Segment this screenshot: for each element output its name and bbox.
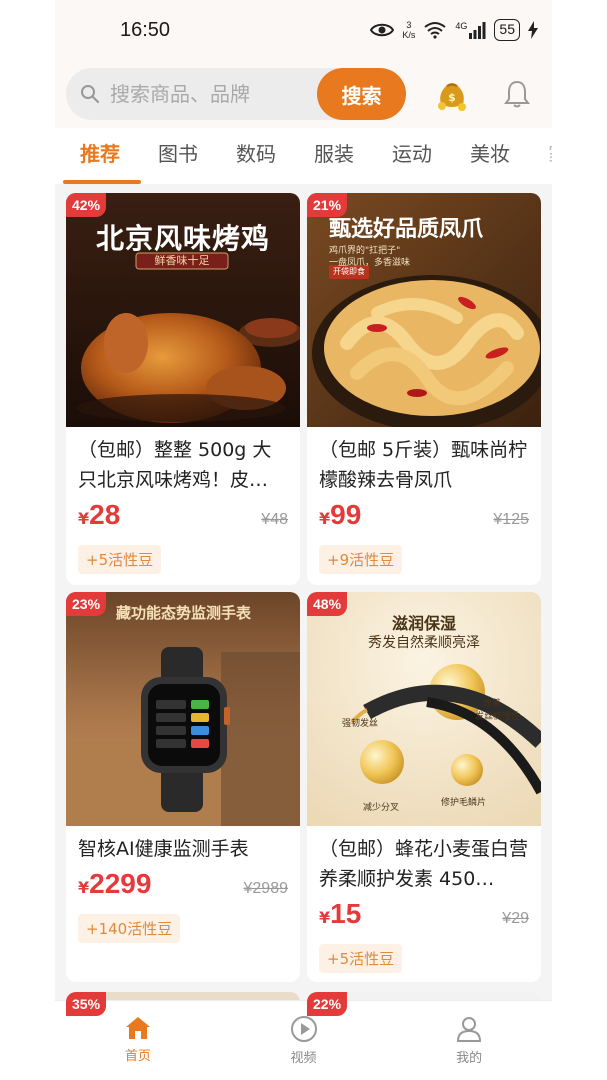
battery-indicator: 55 [494,19,520,41]
image-tag: 鲜香味十足 [154,254,210,267]
search-button[interactable]: 搜索 [317,68,406,120]
signal-icon: 4G [455,21,486,39]
product-title[interactable]: 智核AI健康监测手表 [66,826,300,868]
discount-badge: 35% [66,992,107,1016]
category-tabs: 推荐 图书 数码 服装 运动 美妆 家 [55,128,552,184]
play-icon [290,1016,317,1042]
beans-badge: +9活性豆 [319,545,403,574]
search-row: 搜索 $ [55,60,552,128]
nav-me[interactable]: 我的 [386,1001,552,1080]
product-image[interactable]: 北京风味烤鸡 鲜香味十足 42% [66,193,300,427]
price: 15 [330,898,362,929]
currency-symbol: ¥ [319,509,331,528]
charging-icon [528,21,538,39]
bottom-navigation: 首页 视频 我的 [55,1000,552,1080]
discount-badge: 42% [66,193,107,217]
image-tag: 开袋即食 [333,267,365,276]
original-price: ¥2989 [243,880,289,897]
image-headline: 北京风味烤鸡 [95,222,270,255]
price-row: ¥ 99 ¥125 [307,499,541,545]
beans-badge: +5活性豆 [78,545,162,574]
product-title[interactable]: （包邮）整整 500g 大只北京风味烤鸡！皮… [66,427,300,499]
image-label: 修护毛鳞片 [441,798,487,808]
original-price: ¥29 [502,910,529,927]
product-feed: 北京风味烤鸡 鲜香味十足 42% （包邮）整整 500g 大只北京风味烤鸡！皮…… [55,184,552,1004]
header-area: 16:50 3 K/s 4G 55 搜索商品、品牌 搜索 $ [55,0,552,128]
discount-badge: 48% [307,592,348,616]
price: 99 [330,499,362,530]
status-bar: 16:50 3 K/s 4G 55 [55,0,552,60]
price: 28 [89,499,121,530]
price: 2299 [89,868,152,899]
tab-sports[interactable]: 运动 [392,128,470,184]
product-image[interactable]: 藏功能态势监测手表 23% [66,592,300,826]
status-icons: 3 K/s 4G 55 [370,19,538,41]
nav-me-label: 我的 [456,1051,483,1066]
product-image[interactable]: 滋润保湿 秀发自然柔顺亮泽 强韧发丝 改善 发丝梳理性 减少分叉 修护毛鳞片 4… [307,592,541,826]
image-label: 改善 [483,699,502,709]
search-icon [80,84,100,104]
beans-badge: +140活性豆 [78,914,181,943]
tab-home[interactable]: 家 [548,128,552,184]
search-input[interactable] [110,82,310,106]
product-card[interactable]: 北京风味烤鸡 鲜香味十足 42% （包邮）整整 500g 大只北京风味烤鸡！皮…… [66,193,300,585]
svg-text:$: $ [448,91,456,104]
image-label: 强韧发丝 [342,719,379,729]
product-card[interactable]: 藏功能态势监测手表 23% 智核AI健康监测手表 ¥ 2299 ¥2989 +1… [66,592,300,982]
user-icon [457,1017,482,1042]
currency-symbol: ¥ [78,878,90,897]
image-label: 发丝梳理性 [475,712,521,722]
tab-digital[interactable]: 数码 [236,128,314,184]
search-box: 搜索 [66,68,406,120]
image-headline: 甄选好品质凤爪 [329,216,484,242]
product-card[interactable]: 滋润保湿 秀发自然柔顺亮泽 强韧发丝 改善 发丝梳理性 减少分叉 修护毛鳞片 4… [307,592,541,982]
currency-symbol: ¥ [319,908,331,927]
home-icon [125,1017,150,1039]
shopping-app-screen: 16:50 3 K/s 4G 55 搜索商品、品牌 搜索 $ 推荐 图书 数码 … [55,0,552,1080]
price-row: ¥ 2299 ¥2989 [66,868,300,914]
original-price: ¥125 [493,511,529,528]
tab-recommend[interactable]: 推荐 [63,128,158,184]
beans-badge: +5活性豆 [319,944,403,973]
nav-home-label: 首页 [124,1049,151,1064]
tab-clothing[interactable]: 服装 [314,128,392,184]
discount-badge: 21% [307,193,348,217]
image-subtitle: 秀发自然柔顺亮泽 [368,635,480,651]
product-title[interactable]: （包邮）蜂花小麦蛋白营养柔顺护发素 450… [307,826,541,898]
eye-icon [370,22,395,38]
product-image[interactable]: 甄选好品质凤爪 鸡爪界的"扛把子" 一盘凤爪，多香滋味 开袋即食 21% [307,193,541,427]
tab-books[interactable]: 图书 [158,128,236,184]
tab-beauty[interactable]: 美妆 [470,128,548,184]
image-headline: 藏功能态势监测手表 [116,604,252,622]
price-row: ¥ 28 ¥48 [66,499,300,545]
product-title[interactable]: （包邮 5斤装）甄味尚柠檬酸辣去骨凤爪 [307,427,541,499]
notification-bell-icon[interactable] [504,79,530,109]
gold-coin-bag-icon[interactable]: $ [434,76,470,112]
discount-badge: 22% [307,992,348,1016]
net-speed: 3 K/s [402,20,416,40]
image-label: 减少分叉 [363,803,400,813]
status-time: 16:50 [120,18,171,41]
price-row: ¥ 15 ¥29 [307,898,541,944]
product-card[interactable]: 甄选好品质凤爪 鸡爪界的"扛把子" 一盘凤爪，多香滋味 开袋即食 21% （包邮… [307,193,541,585]
wifi-icon [423,21,447,39]
nav-video[interactable]: 视频 [221,1001,387,1080]
currency-symbol: ¥ [78,509,90,528]
nav-video-label: 视频 [290,1051,317,1066]
original-price: ¥48 [261,511,288,528]
discount-badge: 23% [66,592,107,616]
